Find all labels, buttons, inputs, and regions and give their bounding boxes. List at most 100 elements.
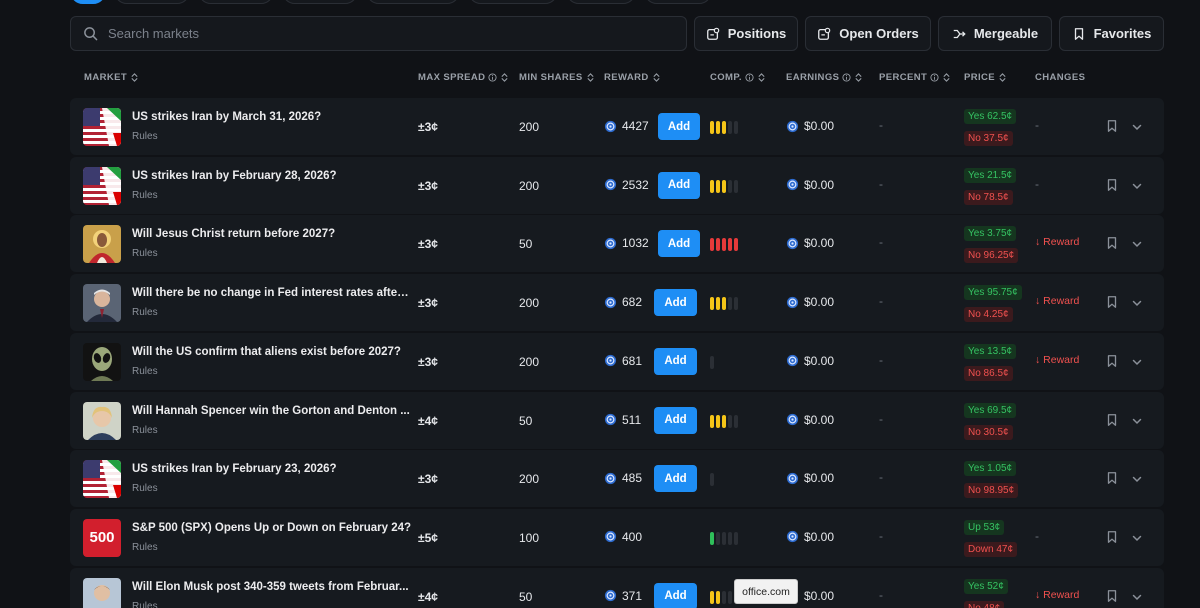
yes-price[interactable]: Yes 21.5¢ [964, 167, 1017, 183]
rules-link[interactable]: Rules [132, 190, 158, 201]
market-title[interactable]: US strikes Iran by February 28, 2026? [132, 170, 337, 182]
bookmark-button[interactable] [1105, 354, 1119, 368]
market-title[interactable]: Will Elon Musk post 340-359 tweets from … [132, 581, 409, 593]
no-price[interactable]: Down 47¢ [964, 541, 1018, 557]
yes-price[interactable]: Yes 69.5¢ [964, 402, 1017, 418]
market-title[interactable]: US strikes Iran by March 31, 2026? [132, 111, 321, 123]
price-cell: Yes 62.5¢ No 37.5¢ [964, 106, 1017, 146]
tab-3[interactable] [198, 0, 274, 4]
col-percent[interactable]: PERCENT [879, 72, 951, 83]
add-button[interactable]: Add [658, 230, 700, 258]
search-box[interactable] [70, 16, 687, 51]
yes-price[interactable]: Yes 13.5¢ [964, 343, 1017, 359]
add-button[interactable]: Add [654, 347, 697, 375]
tab-5[interactable] [366, 0, 460, 4]
col-reward[interactable]: REWARD [604, 72, 661, 83]
expand-button[interactable] [1131, 237, 1143, 249]
expand-button[interactable] [1131, 531, 1143, 543]
yes-price[interactable]: Yes 52¢ [964, 578, 1008, 594]
add-button[interactable]: Add [654, 582, 697, 608]
sort-icon [587, 73, 594, 82]
add-button[interactable]: Add [658, 171, 700, 199]
table-row[interactable]: 500 S&P 500 (SPX) Opens Up or Down on Feb… [70, 508, 1164, 566]
yes-price[interactable]: Yes 1.05¢ [964, 461, 1017, 477]
col-max-spread[interactable]: MAX SPREAD [418, 72, 509, 83]
no-price[interactable]: No 78.5¢ [964, 189, 1013, 205]
search-input[interactable] [108, 26, 668, 41]
bookmark-button[interactable] [1105, 178, 1119, 192]
bookmark-button[interactable] [1105, 530, 1119, 544]
expand-button[interactable] [1131, 590, 1143, 602]
favorites-button[interactable]: Favorites [1059, 16, 1164, 51]
no-price[interactable]: No 86.5¢ [964, 365, 1013, 381]
no-price[interactable]: No 48¢ [964, 600, 1005, 608]
no-price[interactable]: No 30.5¢ [964, 424, 1013, 440]
col-earnings[interactable]: EARNINGS [786, 72, 863, 83]
add-button[interactable]: Add [658, 113, 700, 140]
rules-link[interactable]: Rules [132, 483, 158, 494]
add-button[interactable]: Add [654, 406, 697, 434]
no-price[interactable]: No 37.5¢ [964, 131, 1013, 146]
market-title[interactable]: Will there be no change in Fed interest … [132, 287, 412, 299]
col-market[interactable]: MARKET [84, 72, 139, 83]
expand-button[interactable] [1131, 355, 1143, 367]
no-price[interactable]: No 4.25¢ [964, 307, 1013, 323]
rules-link[interactable]: Rules [132, 248, 158, 259]
no-price[interactable]: No 96.25¢ [964, 248, 1019, 264]
rules-link[interactable]: Rules [132, 307, 158, 318]
price-cell: Yes 52¢ No 48¢ [964, 576, 1008, 608]
rules-link[interactable]: Rules [132, 425, 158, 436]
reward-value: 682 [604, 295, 642, 309]
table-row[interactable]: US strikes Iran by February 28, 2026? Rul… [70, 156, 1164, 214]
expand-button[interactable] [1131, 296, 1143, 308]
table-row[interactable]: Will Jesus Christ return before 2027? Rul… [70, 215, 1164, 273]
bookmark-button[interactable] [1105, 471, 1119, 485]
rules-link[interactable]: Rules [132, 131, 158, 142]
col-comp[interactable]: COMP. [710, 72, 766, 83]
bookmark-button[interactable] [1105, 589, 1119, 603]
table-row[interactable]: Will the US confirm that aliens exist be… [70, 332, 1164, 390]
rules-link[interactable]: Rules [132, 366, 158, 377]
market-title[interactable]: US strikes Iran by February 23, 2026? [132, 463, 337, 475]
min-shares-value: 50 [519, 237, 533, 252]
tab-2[interactable] [114, 0, 190, 4]
market-title[interactable]: Will Jesus Christ return before 2027? [132, 228, 335, 240]
yes-price[interactable]: Yes 3.75¢ [964, 226, 1017, 242]
tab-8[interactable] [644, 0, 712, 4]
mergeable-button[interactable]: Mergeable [938, 16, 1052, 51]
min-shares-value: 200 [519, 296, 540, 311]
col-min-shares[interactable]: MIN SHARES [519, 72, 595, 83]
add-button[interactable]: Add [654, 465, 697, 493]
open-orders-button[interactable]: Open Orders [805, 16, 931, 51]
bookmark-button[interactable] [1105, 236, 1119, 250]
add-button[interactable]: Add [654, 289, 697, 317]
yes-price[interactable]: Yes 95.75¢ [964, 285, 1022, 301]
col-price[interactable]: PRICE [964, 72, 1007, 83]
market-title[interactable]: Will Hannah Spencer win the Gorton and D… [132, 405, 410, 417]
bookmark-button[interactable] [1105, 295, 1119, 309]
expand-button[interactable] [1131, 414, 1143, 426]
expand-button[interactable] [1131, 472, 1143, 484]
expand-button[interactable] [1131, 120, 1143, 132]
tab-4[interactable] [282, 0, 358, 4]
rules-link[interactable]: Rules [132, 601, 158, 608]
yes-price[interactable]: Up 53¢ [964, 519, 1005, 535]
table-row[interactable]: US strikes Iran by March 31, 2026? Rules ±… [70, 98, 1164, 155]
table-row[interactable]: US strikes Iran by February 23, 2026? Rul… [70, 450, 1164, 508]
tab-active[interactable] [70, 0, 106, 4]
table-row[interactable]: Will there be no change in Fed interest … [70, 274, 1164, 332]
expand-button[interactable] [1131, 179, 1143, 191]
table-row[interactable]: Will Hannah Spencer win the Gorton and D… [70, 391, 1164, 449]
market-title[interactable]: Will the US confirm that aliens exist be… [132, 346, 401, 358]
bookmark-button[interactable] [1105, 413, 1119, 427]
bookmark-button[interactable] [1105, 119, 1119, 133]
tab-7[interactable] [566, 0, 636, 4]
earnings-coin-icon [786, 472, 799, 484]
market-title[interactable]: S&P 500 (SPX) Opens Up or Down on Februa… [132, 522, 411, 534]
positions-button[interactable]: Positions [694, 16, 798, 51]
yes-price[interactable]: Yes 62.5¢ [964, 109, 1017, 124]
table-row[interactable]: Will Elon Musk post 340-359 tweets from … [70, 567, 1164, 608]
no-price[interactable]: No 98.95¢ [964, 483, 1019, 499]
rules-link[interactable]: Rules [132, 542, 158, 553]
tab-6[interactable] [468, 0, 558, 4]
